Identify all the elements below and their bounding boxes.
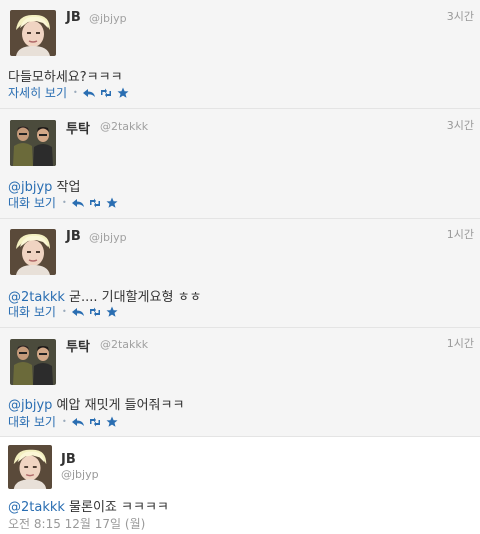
reply-icon[interactable] <box>71 306 85 318</box>
avatar[interactable] <box>10 229 56 275</box>
separator-dot: • <box>61 198 67 207</box>
tweet-text: 다들모하세요?ㅋㅋㅋ <box>8 66 123 85</box>
author-handle[interactable]: @jbjyp <box>89 12 127 25</box>
author-handle[interactable]: @2takkk <box>100 120 148 133</box>
tweet-actions: 대화 보기 • <box>8 413 122 430</box>
expanded-tweet: JB @jbjyp @2takkk 물론이죠 ㅋㅋㅋㅋ 오전 8:15 12월 … <box>0 437 480 534</box>
tweet-item[interactable]: 투탁 @2takkk 1시간 @jbjyp 예압 재밋게 들어줘ㅋㅋ 대화 보기… <box>0 328 480 436</box>
tweet-actions: 자세히 보기 • <box>8 84 133 101</box>
star-icon[interactable] <box>105 306 119 318</box>
avatar[interactable] <box>10 120 56 166</box>
conversation-link[interactable]: 대화 보기 <box>8 194 56 211</box>
tweet-item[interactable]: JB @jbjyp 1시간 @2takkk 굳.... 기대할게요형 ㅎㅎ 대화… <box>0 219 480 327</box>
author-name[interactable]: JB <box>61 452 76 467</box>
tweet-body: 작업 <box>52 180 81 195</box>
avatar[interactable] <box>10 10 56 56</box>
mention-link[interactable]: @jbjyp <box>8 180 52 195</box>
tweet-actions: 대화 보기 • <box>8 194 122 211</box>
separator-dot: • <box>61 417 67 426</box>
conversation-link[interactable]: 대화 보기 <box>8 303 56 320</box>
conversation-link[interactable]: 대화 보기 <box>8 413 56 430</box>
retweet-icon[interactable] <box>88 416 102 428</box>
separator-dot: • <box>61 307 67 316</box>
retweet-icon[interactable] <box>88 306 102 318</box>
separator-dot: • <box>73 88 78 97</box>
tweet-timestamp: 오전 8:15 12월 17일 (월) <box>8 517 146 531</box>
reply-icon[interactable] <box>82 87 96 99</box>
author-name[interactable]: 투탁 <box>66 336 90 355</box>
author-name[interactable]: JB <box>66 10 81 25</box>
details-link[interactable]: 자세히 보기 <box>8 84 67 101</box>
tweet-text: @jbjyp 작업 <box>8 176 80 195</box>
tweet-text: @jbjyp 예압 재밋게 들어줘ㅋㅋ <box>8 394 184 413</box>
tweet-item[interactable]: 투탁 @2takkk 3시간 @jbjyp 작업 대화 보기 • <box>0 109 480 218</box>
author-name[interactable]: JB <box>66 229 81 244</box>
author-handle[interactable]: @jbjyp <box>61 468 99 481</box>
star-icon[interactable] <box>105 197 119 209</box>
timeline: JB @jbjyp 3시간 다들모하세요?ㅋㅋㅋ 자세히 보기 • 투탁 @2t… <box>0 0 480 534</box>
tweet-time[interactable]: 1시간 <box>447 226 474 242</box>
tweet-body: 다들모하세요?ㅋㅋㅋ <box>8 70 123 85</box>
reply-icon[interactable] <box>71 416 85 428</box>
author-handle[interactable]: @2takkk <box>100 338 148 351</box>
tweet-text: @2takkk 물론이죠 ㅋㅋㅋㅋ <box>8 496 169 515</box>
tweet-time[interactable]: 3시간 <box>447 8 474 24</box>
tweet-body: 물론이죠 ㅋㅋㅋㅋ <box>64 500 169 515</box>
avatar[interactable] <box>8 445 52 489</box>
retweet-icon[interactable] <box>88 197 102 209</box>
star-icon[interactable] <box>116 87 130 99</box>
author-name[interactable]: 투탁 <box>66 118 90 137</box>
tweet-time[interactable]: 1시간 <box>447 335 474 351</box>
reply-icon[interactable] <box>71 197 85 209</box>
retweet-icon[interactable] <box>99 87 113 99</box>
mention-link[interactable]: @jbjyp <box>8 398 52 413</box>
tweet-body: 예압 재밋게 들어줘ㅋㅋ <box>52 398 185 413</box>
author-handle[interactable]: @jbjyp <box>89 231 127 244</box>
tweet-time[interactable]: 3시간 <box>447 117 474 133</box>
mention-link[interactable]: @2takkk <box>8 500 65 515</box>
star-icon[interactable] <box>105 416 119 428</box>
avatar[interactable] <box>10 339 56 385</box>
tweet-item[interactable]: JB @jbjyp 3시간 다들모하세요?ㅋㅋㅋ 자세히 보기 • <box>0 0 480 108</box>
tweet-actions: 대화 보기 • <box>8 303 122 320</box>
